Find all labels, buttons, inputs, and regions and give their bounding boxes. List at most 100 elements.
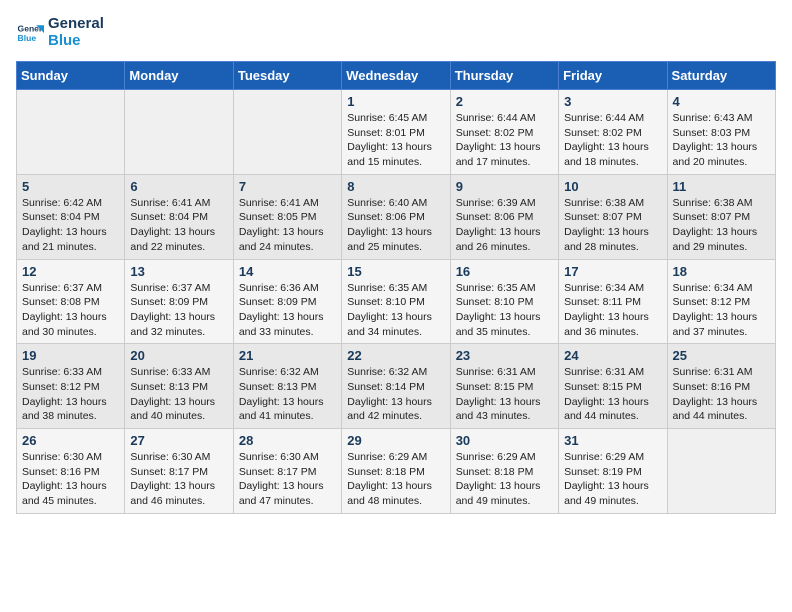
- calendar-cell: 27 Sunrise: 6:30 AM Sunset: 8:17 PM Dayli…: [125, 429, 233, 514]
- calendar-cell: 29Sunrise: 6:29 AM Sunset: 8:18 PM Dayli…: [342, 429, 450, 514]
- calendar-cell: 28 Sunrise: 6:30 AM Sunset: 8:17 PM Dayli…: [233, 429, 341, 514]
- day-number: 28: [239, 433, 336, 448]
- day-info: Sunrise: 6:29 AM Sunset: 8:19 PM Dayligh…: [564, 450, 661, 509]
- calendar-cell: 6 Sunrise: 6:41 AM Sunset: 8:04 PM Daylig…: [125, 174, 233, 259]
- calendar-cell: 31 Sunrise: 6:29 AM Sunset: 8:19 PM Dayli…: [559, 429, 667, 514]
- calendar-cell: 2Sunrise: 6:44 AM Sunset: 8:02 PM Daylig…: [450, 90, 558, 175]
- day-info: Sunrise: 6:33 AM Sunset: 8:13 PM Dayligh…: [130, 365, 227, 424]
- day-number: 30: [456, 433, 553, 448]
- day-number: 22: [347, 348, 444, 363]
- day-info: Sunrise: 6:38 AM Sunset: 8:07 PM Dayligh…: [673, 196, 770, 255]
- logo-text-line2: Blue: [48, 33, 104, 50]
- calendar-cell: 5Sunrise: 6:42 AM Sunset: 8:04 PM Daylig…: [17, 174, 125, 259]
- day-number: 10: [564, 179, 661, 194]
- day-info: Sunrise: 6:35 AM Sunset: 8:10 PM Dayligh…: [456, 281, 553, 340]
- day-number: 16: [456, 264, 553, 279]
- day-info: Sunrise: 6:29 AM Sunset: 8:18 PM Dayligh…: [456, 450, 553, 509]
- calendar-cell: 14Sunrise: 6:36 AM Sunset: 8:09 PM Dayli…: [233, 259, 341, 344]
- calendar-cell: [667, 429, 775, 514]
- day-info: Sunrise: 6:30 AM Sunset: 8:16 PM Dayligh…: [22, 450, 119, 509]
- day-info: Sunrise: 6:45 AM Sunset: 8:01 PM Dayligh…: [347, 111, 444, 170]
- day-header-monday: Monday: [125, 62, 233, 90]
- calendar-cell: 16 Sunrise: 6:35 AM Sunset: 8:10 PM Dayli…: [450, 259, 558, 344]
- day-header-wednesday: Wednesday: [342, 62, 450, 90]
- week-row-2: 5Sunrise: 6:42 AM Sunset: 8:04 PM Daylig…: [17, 174, 776, 259]
- calendar-cell: 20Sunrise: 6:33 AM Sunset: 8:13 PM Dayli…: [125, 344, 233, 429]
- calendar-cell: [125, 90, 233, 175]
- calendar-cell: 4 Sunrise: 6:43 AM Sunset: 8:03 PM Daylig…: [667, 90, 775, 175]
- week-row-3: 12Sunrise: 6:37 AM Sunset: 8:08 PM Dayli…: [17, 259, 776, 344]
- day-number: 17: [564, 264, 661, 279]
- day-number: 8: [347, 179, 444, 194]
- week-row-5: 26 Sunrise: 6:30 AM Sunset: 8:16 PM Dayli…: [17, 429, 776, 514]
- day-info: Sunrise: 6:30 AM Sunset: 8:17 PM Dayligh…: [130, 450, 227, 509]
- day-number: 4: [673, 94, 770, 109]
- calendar-cell: 24Sunrise: 6:31 AM Sunset: 8:15 PM Dayli…: [559, 344, 667, 429]
- calendar-cell: 25 Sunrise: 6:31 AM Sunset: 8:16 PM Dayli…: [667, 344, 775, 429]
- day-number: 26: [22, 433, 119, 448]
- day-number: 13: [130, 264, 227, 279]
- calendar-cell: 1 Sunrise: 6:45 AM Sunset: 8:01 PM Daylig…: [342, 90, 450, 175]
- day-number: 27: [130, 433, 227, 448]
- calendar-cell: 21 Sunrise: 6:32 AM Sunset: 8:13 PM Dayli…: [233, 344, 341, 429]
- calendar-cell: 22 Sunrise: 6:32 AM Sunset: 8:14 PM Dayli…: [342, 344, 450, 429]
- day-number: 11: [673, 179, 770, 194]
- day-info: Sunrise: 6:40 AM Sunset: 8:06 PM Dayligh…: [347, 196, 444, 255]
- calendar-cell: 8 Sunrise: 6:40 AM Sunset: 8:06 PM Daylig…: [342, 174, 450, 259]
- day-info: Sunrise: 6:41 AM Sunset: 8:05 PM Dayligh…: [239, 196, 336, 255]
- week-row-4: 19Sunrise: 6:33 AM Sunset: 8:12 PM Dayli…: [17, 344, 776, 429]
- calendar-cell: 11 Sunrise: 6:38 AM Sunset: 8:07 PM Dayli…: [667, 174, 775, 259]
- day-info: Sunrise: 6:35 AM Sunset: 8:10 PM Dayligh…: [347, 281, 444, 340]
- calendar-cell: [17, 90, 125, 175]
- calendar-cell: 15 Sunrise: 6:35 AM Sunset: 8:10 PM Dayli…: [342, 259, 450, 344]
- day-info: Sunrise: 6:32 AM Sunset: 8:13 PM Dayligh…: [239, 365, 336, 424]
- day-info: Sunrise: 6:33 AM Sunset: 8:12 PM Dayligh…: [22, 365, 119, 424]
- day-info: Sunrise: 6:42 AM Sunset: 8:04 PM Dayligh…: [22, 196, 119, 255]
- calendar-cell: 18 Sunrise: 6:34 AM Sunset: 8:12 PM Dayli…: [667, 259, 775, 344]
- day-info: Sunrise: 6:31 AM Sunset: 8:16 PM Dayligh…: [673, 365, 770, 424]
- calendar-cell: 26 Sunrise: 6:30 AM Sunset: 8:16 PM Dayli…: [17, 429, 125, 514]
- day-number: 24: [564, 348, 661, 363]
- day-header-thursday: Thursday: [450, 62, 558, 90]
- day-number: 6: [130, 179, 227, 194]
- day-info: Sunrise: 6:30 AM Sunset: 8:17 PM Dayligh…: [239, 450, 336, 509]
- day-info: Sunrise: 6:34 AM Sunset: 8:11 PM Dayligh…: [564, 281, 661, 340]
- day-number: 23: [456, 348, 553, 363]
- day-info: Sunrise: 6:37 AM Sunset: 8:09 PM Dayligh…: [130, 281, 227, 340]
- day-number: 21: [239, 348, 336, 363]
- day-number: 18: [673, 264, 770, 279]
- day-number: 9: [456, 179, 553, 194]
- day-info: Sunrise: 6:41 AM Sunset: 8:04 PM Dayligh…: [130, 196, 227, 255]
- calendar-cell: [233, 90, 341, 175]
- logo-text-line1: General: [48, 16, 104, 33]
- calendar-cell: 12Sunrise: 6:37 AM Sunset: 8:08 PM Dayli…: [17, 259, 125, 344]
- day-header-sunday: Sunday: [17, 62, 125, 90]
- calendar-cell: 7 Sunrise: 6:41 AM Sunset: 8:05 PM Daylig…: [233, 174, 341, 259]
- day-header-tuesday: Tuesday: [233, 62, 341, 90]
- day-info: Sunrise: 6:32 AM Sunset: 8:14 PM Dayligh…: [347, 365, 444, 424]
- calendar-cell: 30 Sunrise: 6:29 AM Sunset: 8:18 PM Dayli…: [450, 429, 558, 514]
- day-number: 31: [564, 433, 661, 448]
- day-info: Sunrise: 6:36 AM Sunset: 8:09 PM Dayligh…: [239, 281, 336, 340]
- day-info: Sunrise: 6:34 AM Sunset: 8:12 PM Dayligh…: [673, 281, 770, 340]
- day-info: Sunrise: 6:31 AM Sunset: 8:15 PM Dayligh…: [456, 365, 553, 424]
- day-info: Sunrise: 6:38 AM Sunset: 8:07 PM Dayligh…: [564, 196, 661, 255]
- day-number: 3: [564, 94, 661, 109]
- calendar-header-row: SundayMondayTuesdayWednesdayThursdayFrid…: [17, 62, 776, 90]
- logo: General Blue General Blue: [16, 16, 104, 49]
- day-number: 1: [347, 94, 444, 109]
- day-number: 7: [239, 179, 336, 194]
- day-info: Sunrise: 6:44 AM Sunset: 8:02 PM Dayligh…: [564, 111, 661, 170]
- week-row-1: 1 Sunrise: 6:45 AM Sunset: 8:01 PM Daylig…: [17, 90, 776, 175]
- day-header-friday: Friday: [559, 62, 667, 90]
- calendar-cell: 13 Sunrise: 6:37 AM Sunset: 8:09 PM Dayli…: [125, 259, 233, 344]
- calendar-cell: 23 Sunrise: 6:31 AM Sunset: 8:15 PM Dayli…: [450, 344, 558, 429]
- day-info: Sunrise: 6:43 AM Sunset: 8:03 PM Dayligh…: [673, 111, 770, 170]
- day-header-saturday: Saturday: [667, 62, 775, 90]
- day-number: 15: [347, 264, 444, 279]
- day-number: 2: [456, 94, 553, 109]
- day-info: Sunrise: 6:29 AM Sunset: 8:18 PM Dayligh…: [347, 450, 444, 509]
- calendar-cell: 10 Sunrise: 6:38 AM Sunset: 8:07 PM Dayli…: [559, 174, 667, 259]
- calendar-cell: 17 Sunrise: 6:34 AM Sunset: 8:11 PM Dayli…: [559, 259, 667, 344]
- day-number: 25: [673, 348, 770, 363]
